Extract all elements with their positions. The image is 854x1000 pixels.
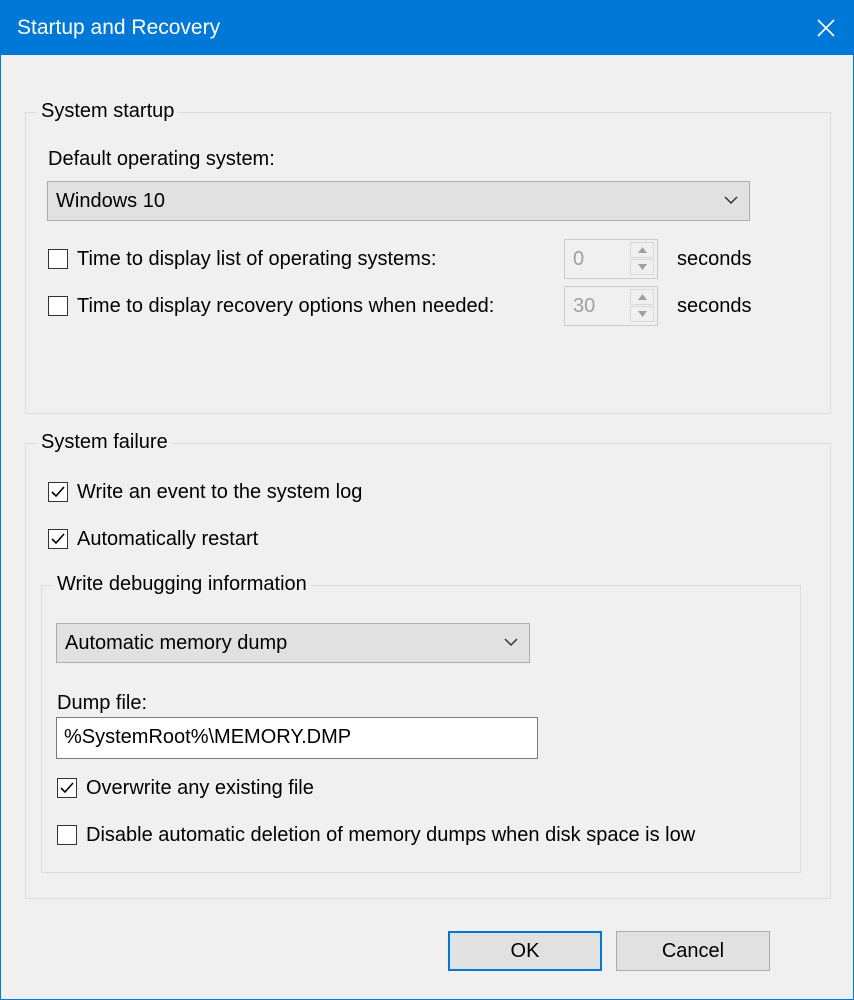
system-failure-label: System failure [37,431,172,454]
startup-recovery-dialog: Startup and Recovery System startup Defa… [0,0,854,1000]
dump-type-dropdown[interactable]: Automatic memory dump [56,623,530,663]
time-list-label[interactable]: Time to display list of operating system… [77,248,436,271]
time-recovery-up-button[interactable] [630,289,654,305]
auto-restart-checkbox[interactable] [48,529,68,549]
time-recovery-spinner[interactable]: 30 [564,286,658,326]
window-title: Startup and Recovery [17,16,221,39]
overwrite-checkbox[interactable] [57,778,77,798]
write-event-checkbox[interactable] [48,482,68,502]
time-list-spinner[interactable]: 0 [564,239,658,279]
chevron-down-icon [504,638,518,647]
time-recovery-value: 30 [573,295,596,317]
time-recovery-unit: seconds [677,295,752,317]
dump-file-input[interactable]: %SystemRoot%\MEMORY.DMP [56,717,538,759]
dump-type-value: Automatic memory dump [65,632,288,654]
ok-button[interactable]: OK [448,931,602,971]
dump-file-value: %SystemRoot%\MEMORY.DMP [64,726,352,748]
default-os-label: Default operating system: [48,148,275,170]
chevron-down-icon [724,196,738,205]
time-list-unit: seconds [677,248,752,270]
write-event-label[interactable]: Write an event to the system log [77,481,362,504]
time-list-checkbox[interactable] [48,249,68,269]
checkmark-icon [51,486,65,498]
overwrite-label[interactable]: Overwrite any existing file [86,777,314,800]
close-button[interactable] [799,1,853,55]
arrow-up-icon [637,247,647,253]
system-startup-label: System startup [37,100,179,123]
auto-restart-label[interactable]: Automatically restart [77,528,258,551]
time-list-value: 0 [573,248,585,270]
time-recovery-down-button[interactable] [630,306,654,322]
arrow-down-icon [637,264,647,270]
time-recovery-label[interactable]: Time to display recovery options when ne… [77,295,494,318]
checkmark-icon [60,782,74,794]
default-os-dropdown[interactable]: Windows 10 [47,181,750,221]
time-list-up-button[interactable] [630,242,654,258]
arrow-down-icon [637,311,647,317]
time-recovery-checkbox[interactable] [48,296,68,316]
close-icon [817,19,835,37]
arrow-up-icon [637,294,647,300]
cancel-button[interactable]: Cancel [616,931,770,971]
disable-auto-delete-label[interactable]: Disable automatic deletion of memory dum… [86,824,695,847]
dump-file-label: Dump file: [57,692,148,714]
default-os-value: Windows 10 [56,190,165,212]
checkmark-icon [51,533,65,545]
title-bar: Startup and Recovery [1,1,853,55]
time-list-down-button[interactable] [630,259,654,275]
debug-info-label: Write debugging information [53,573,311,596]
disable-auto-delete-checkbox[interactable] [57,825,77,845]
